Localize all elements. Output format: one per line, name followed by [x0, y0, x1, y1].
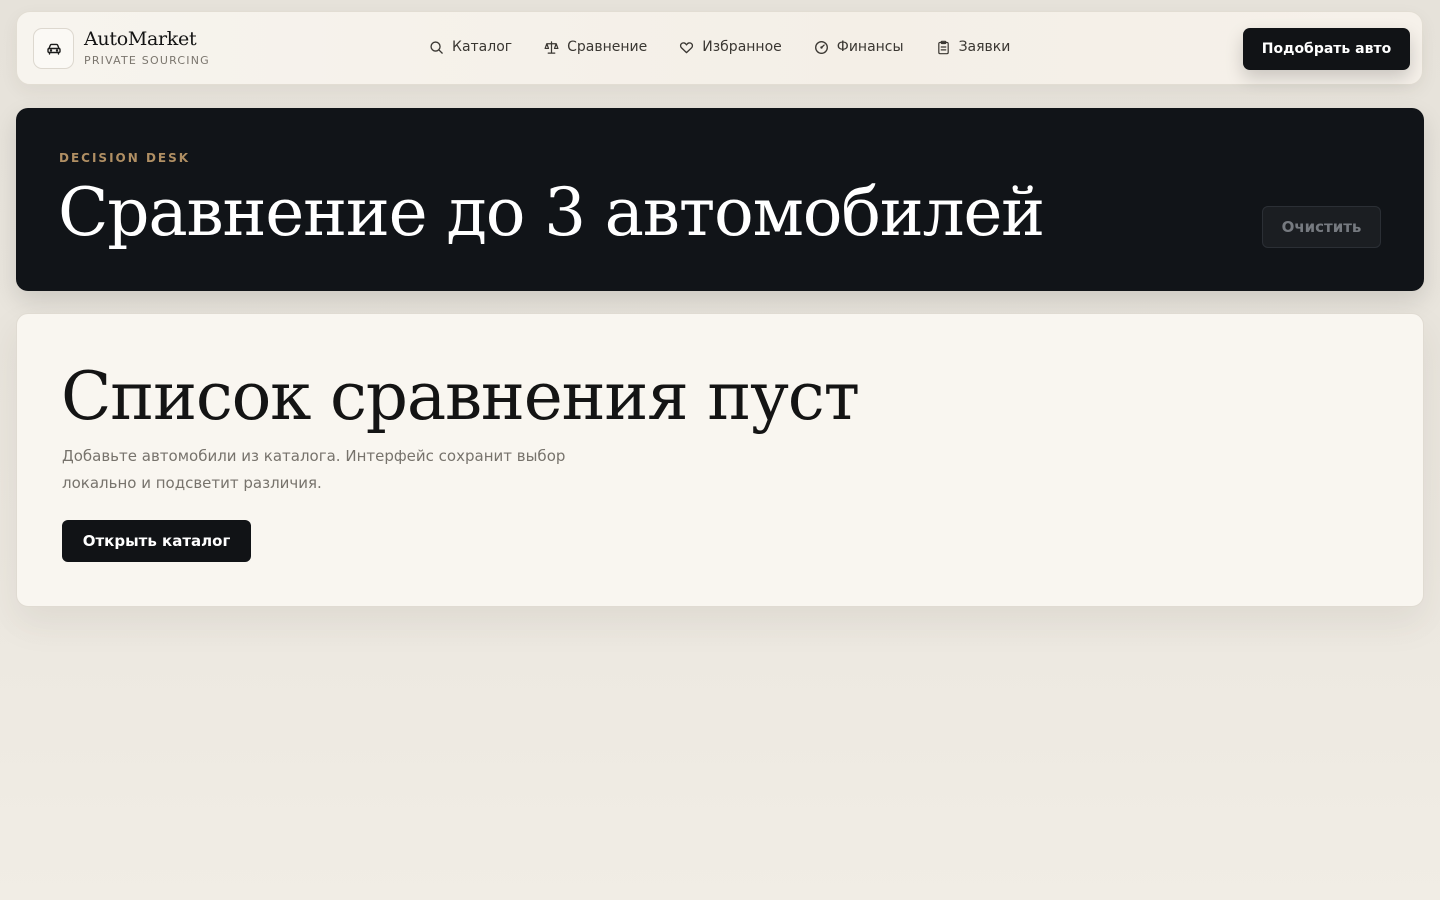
scale-icon	[544, 40, 559, 54]
brand-logo[interactable]	[33, 28, 74, 69]
brand-title[interactable]: AutoMarket	[84, 28, 197, 50]
top-navigation-bar: AutoMarket PRIVATE SOURCING Каталог Срав…	[16, 11, 1423, 85]
nav-item-label: Финансы	[836, 39, 904, 55]
nav-item-label: Заявки	[958, 39, 1011, 55]
nav-item-catalog[interactable]: Каталог	[429, 39, 512, 55]
search-icon	[430, 40, 443, 54]
heart-icon	[680, 41, 694, 53]
find-car-button[interactable]: Подобрать авто	[1243, 28, 1410, 70]
empty-state-title: Список сравнения пуст	[61, 358, 860, 435]
empty-state-description: Добавьте автомобили из каталога. Интерфе…	[62, 447, 566, 492]
nav-item-label: Каталог	[452, 39, 513, 55]
car-icon	[46, 43, 61, 55]
clear-button[interactable]: Очистить	[1262, 206, 1381, 248]
empty-state-panel: Список сравнения пуст Добавьте автомобил…	[16, 313, 1424, 607]
page-title: Сравнение до 3 автомобилей	[58, 174, 1045, 251]
nav-item-label: Сравнение	[567, 39, 648, 55]
nav-item-favorites[interactable]: Избранное	[679, 39, 782, 55]
open-catalog-button[interactable]: Открыть каталог	[62, 520, 251, 562]
clipboard-icon	[937, 40, 949, 54]
brand-subtitle: PRIVATE SOURCING	[84, 54, 210, 67]
main-nav: Каталог Сравнение Избранное Финансы Заяв…	[429, 39, 1010, 55]
nav-item-finance[interactable]: Финансы	[814, 39, 904, 55]
nav-item-compare[interactable]: Сравнение	[544, 39, 647, 55]
hero-banner: DECISION DESK Сравнение до 3 автомобилей…	[16, 108, 1424, 291]
hero-eyebrow: DECISION DESK	[59, 151, 191, 165]
nav-item-requests[interactable]: Заявки	[936, 39, 1011, 55]
nav-item-label: Избранное	[702, 39, 782, 55]
gauge-icon	[814, 40, 828, 54]
